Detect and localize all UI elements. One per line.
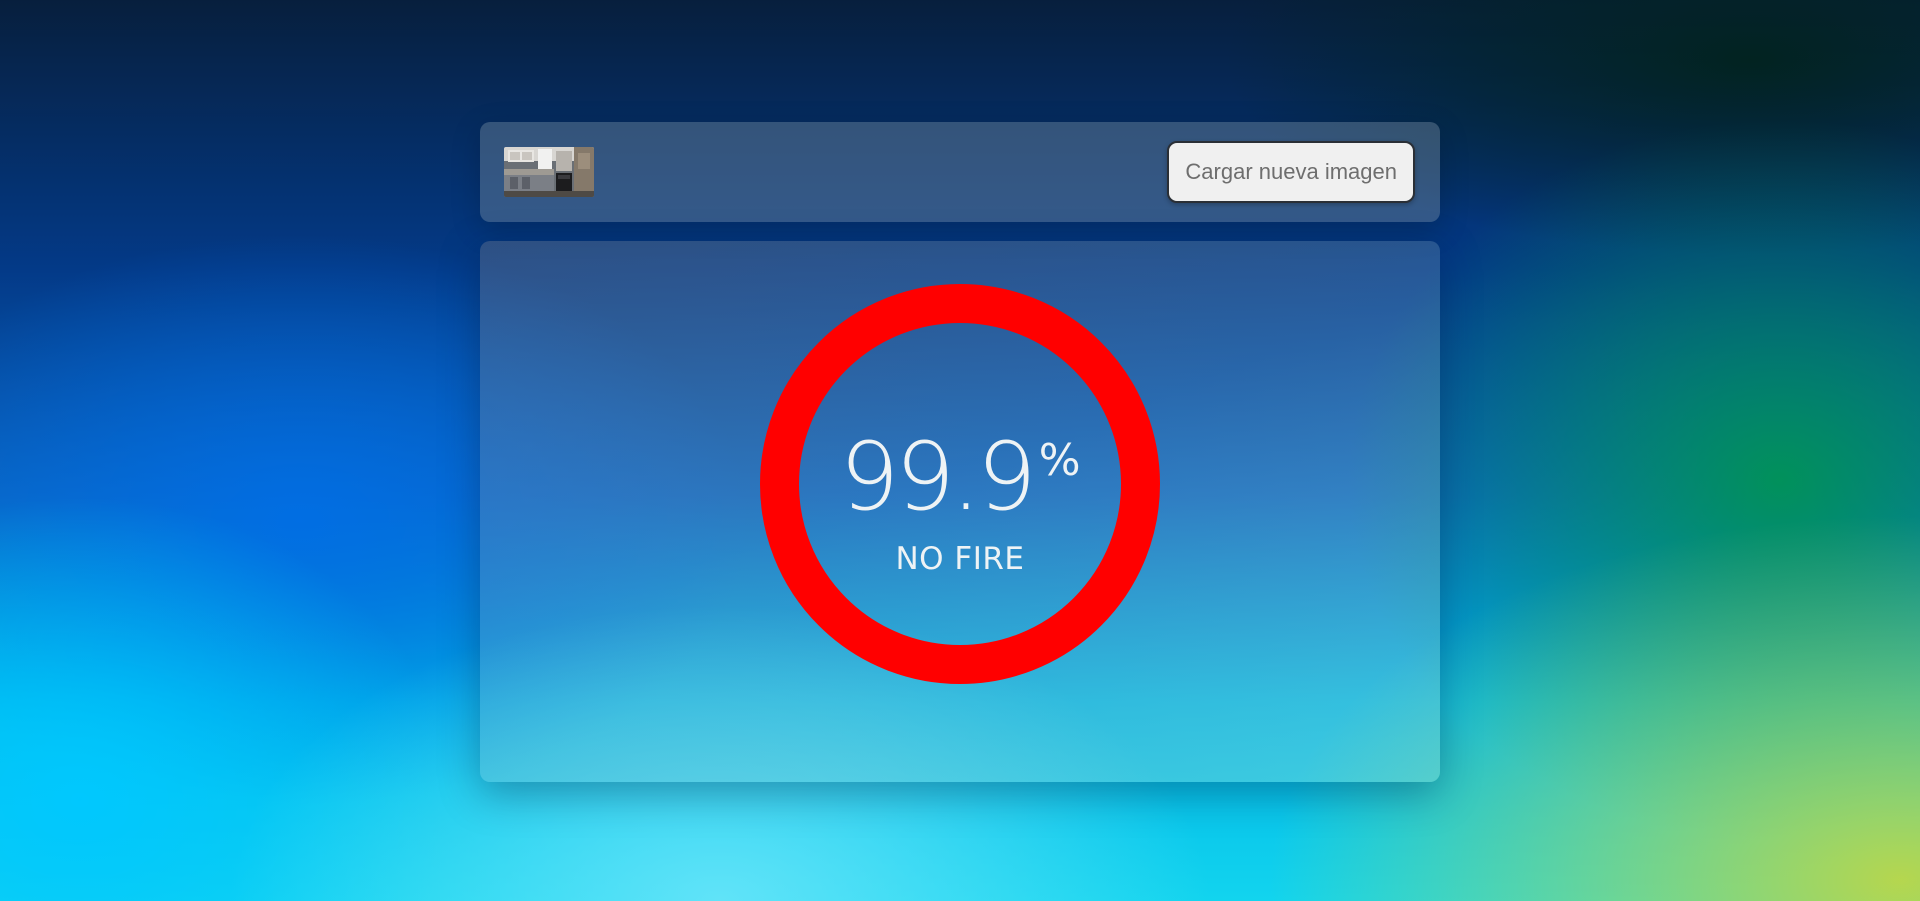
header-bar: Cargar nueva imagen: [480, 122, 1440, 222]
result-percentage-value: 99.9: [839, 423, 1036, 532]
result-percentage: 99.9%: [480, 431, 1440, 525]
result-percentage-unit: %: [1038, 435, 1081, 486]
result-card: 99.9% NO FIRE: [480, 241, 1440, 782]
result-class-label: NO FIRE: [895, 541, 1025, 577]
upload-new-image-button[interactable]: Cargar nueva imagen: [1167, 141, 1415, 203]
uploaded-image-thumbnail: [504, 147, 594, 197]
